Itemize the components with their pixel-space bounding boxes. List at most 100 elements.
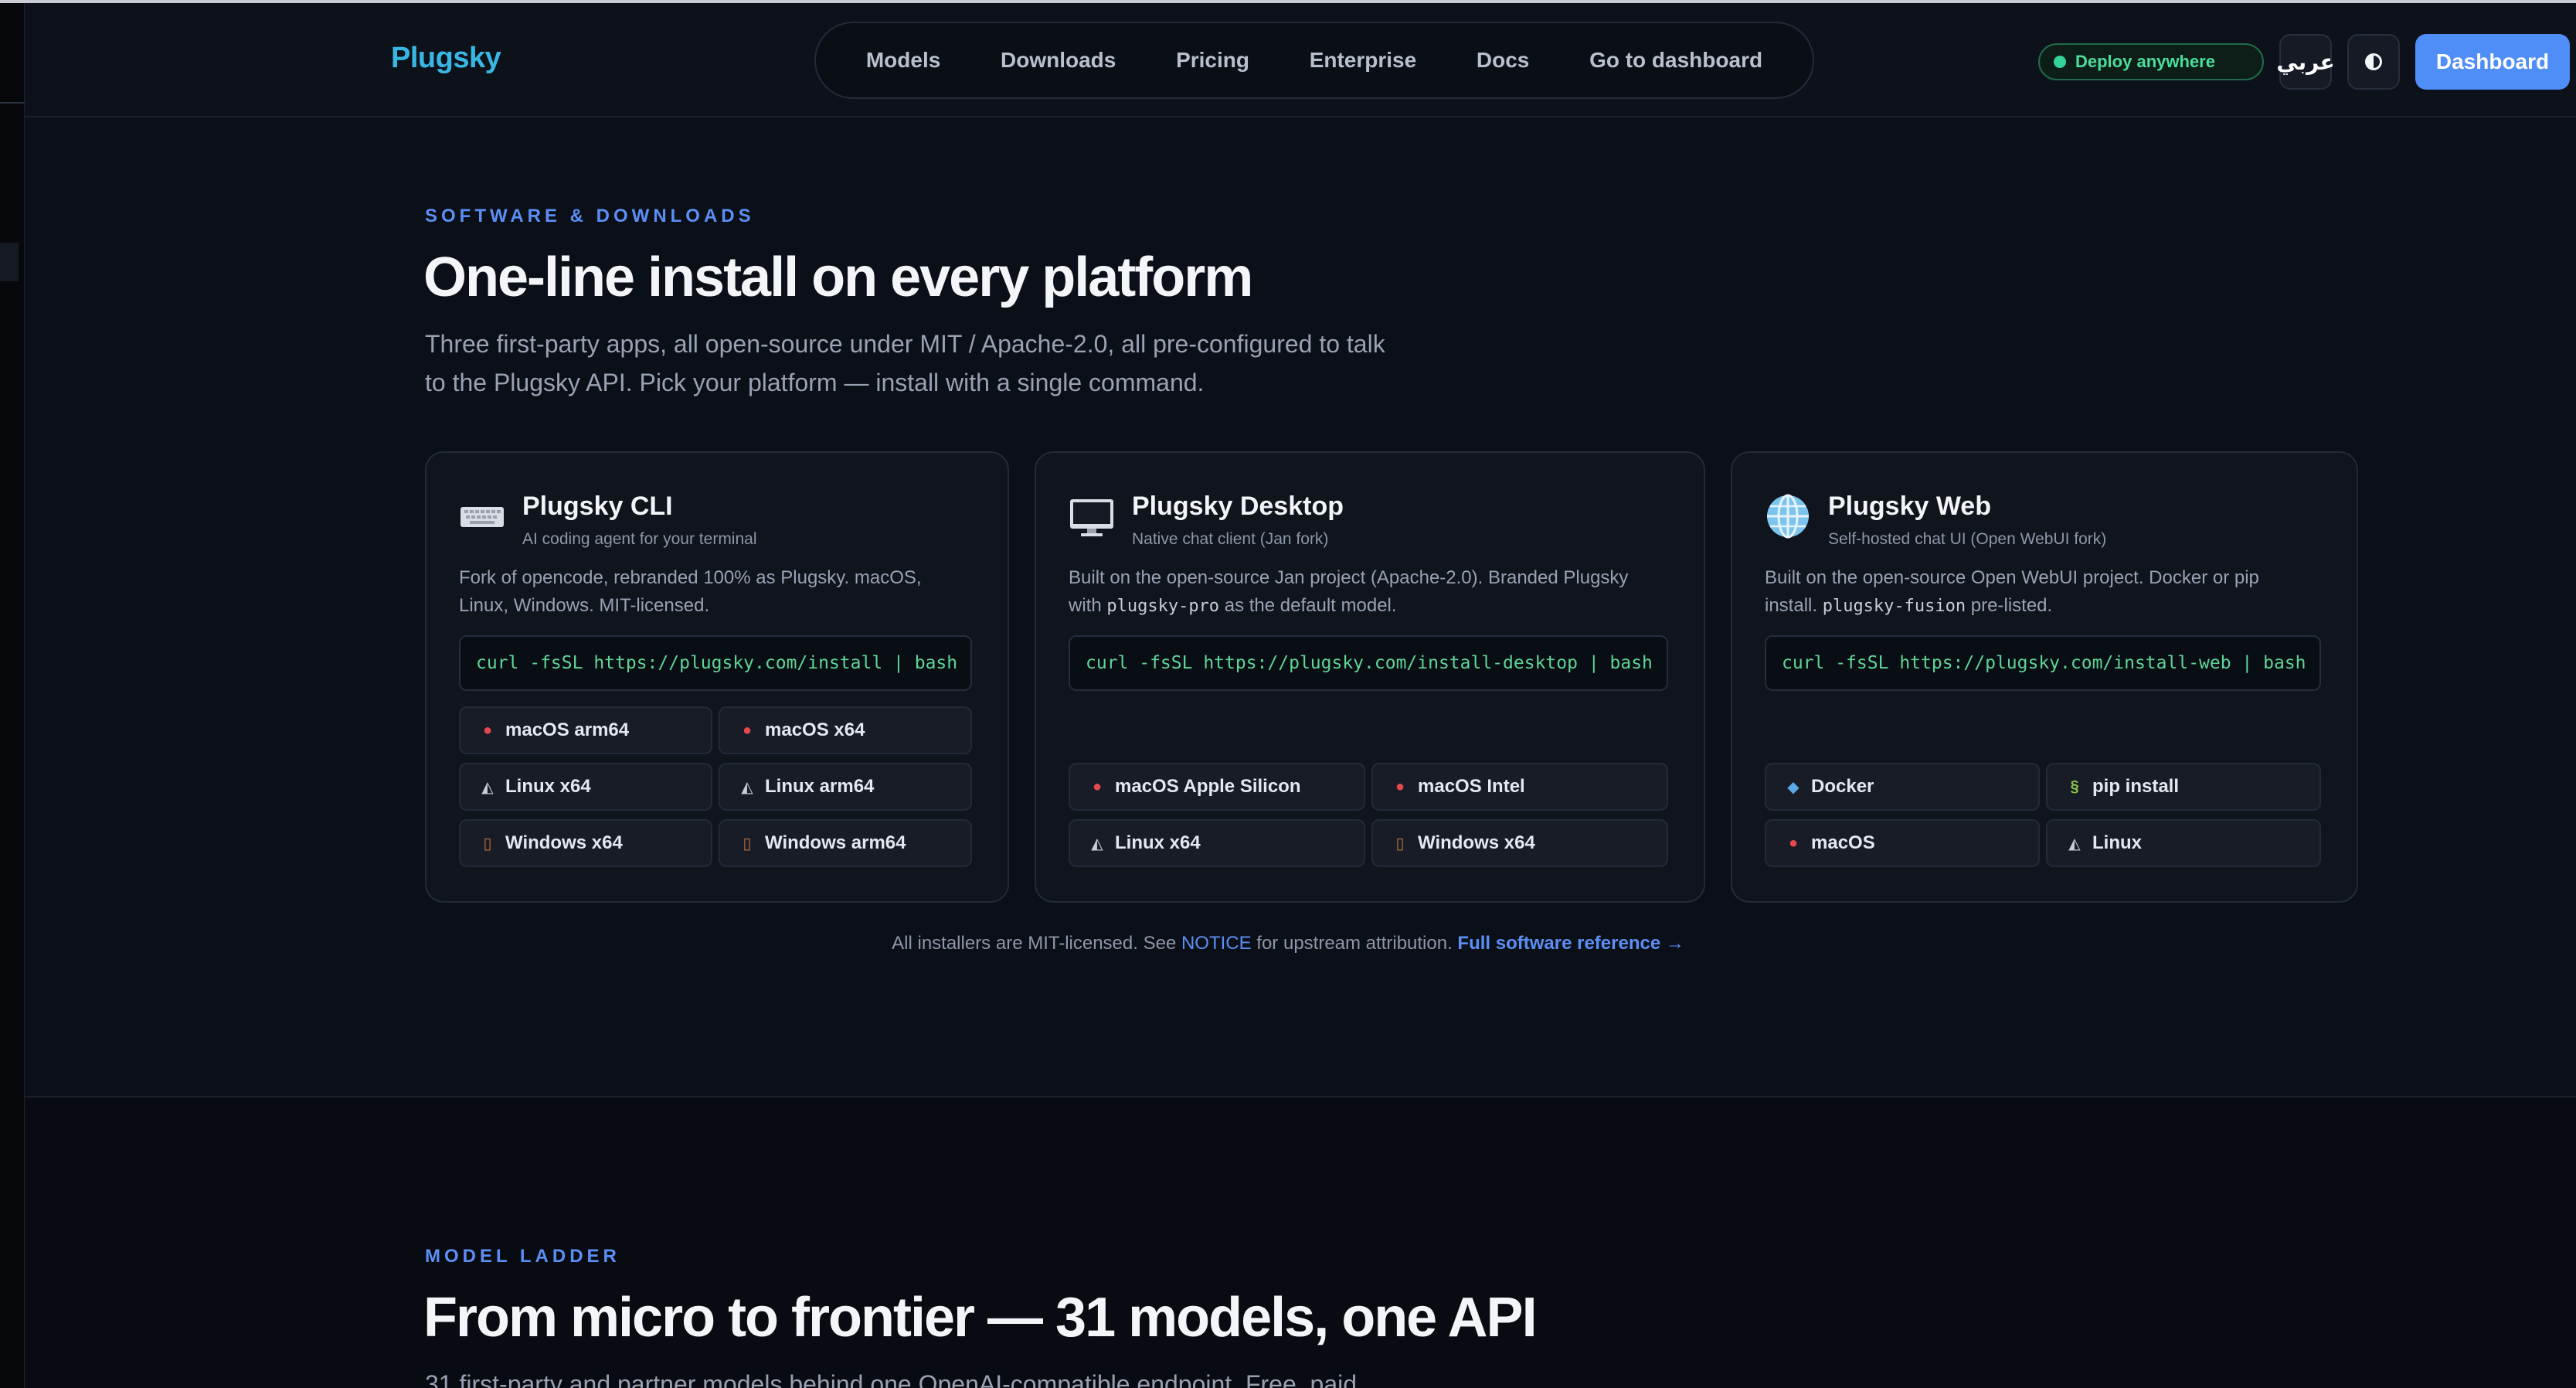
platform-label: macOS <box>1811 832 1875 853</box>
install-command[interactable]: curl -fsSL https://plugsky.com/install |… <box>459 635 972 691</box>
platform-label: Linux arm64 <box>765 776 875 797</box>
card-title: Plugsky Web <box>1828 492 1991 521</box>
footnote-text: All installers are MIT-licensed. See <box>892 933 1181 954</box>
platform-label: Windows x64 <box>505 832 623 853</box>
platform-button-windows-x64[interactable]: ▯ Windows x64 <box>1371 819 1668 867</box>
platform-label: macOS Apple Silicon <box>1115 776 1301 797</box>
card-subtitle: Native chat client (Jan fork) <box>1132 530 1329 548</box>
platform-button-macos-x64[interactable]: ● macOS x64 <box>719 706 972 754</box>
card-plugsky-cli: Plugsky CLI AI coding agent for your ter… <box>425 451 1009 903</box>
nav-downloads[interactable]: Downloads <box>1001 48 1116 73</box>
language-toggle-button[interactable]: عربي <box>2276 34 2335 90</box>
window-icon: ▯ <box>1395 835 1405 852</box>
ladder-title: From micro to frontier — 31 models, one … <box>423 1287 1538 1349</box>
model-code: plugsky-fusion <box>1822 597 1966 616</box>
brand-logo[interactable]: Plugsky <box>391 42 501 75</box>
whale-icon: ◆ <box>1787 778 1799 796</box>
penguin-icon: ◭ <box>481 778 494 796</box>
platform-button-linux[interactable]: ◭ Linux <box>2046 819 2321 867</box>
card-title: Plugsky Desktop <box>1132 492 1344 521</box>
sidebar-tab <box>0 243 19 281</box>
dashboard-button[interactable]: Dashboard <box>2415 34 2570 90</box>
ladder-eyebrow: MODEL LADDER <box>425 1246 620 1267</box>
card-description: Built on the open-source Jan project (Ap… <box>1069 564 1628 621</box>
apple-icon: ● <box>1395 777 1405 795</box>
nav-models[interactable]: Models <box>866 48 940 73</box>
card-plugsky-web: Plugsky Web Self-hosted chat UI (Open We… <box>1731 451 2358 903</box>
card-subtitle: Self-hosted chat UI (Open WebUI fork) <box>1828 530 2107 548</box>
platform-button-linux-x64[interactable]: ◭ Linux x64 <box>459 763 712 811</box>
platform-label: Linux x64 <box>505 776 591 797</box>
platform-button-macos-apple-silicon[interactable]: ● macOS Apple Silicon <box>1069 763 1365 811</box>
site-header: Plugsky Models Downloads Pricing Enterpr… <box>25 3 2576 117</box>
platform-button-docker[interactable]: ◆ Docker <box>1765 763 2040 811</box>
platform-label: macOS arm64 <box>505 720 630 740</box>
penguin-icon: ◭ <box>1091 835 1103 852</box>
platform-label: macOS Intel <box>1418 776 1525 797</box>
platform-button-linux-arm64[interactable]: ◭ Linux arm64 <box>719 763 972 811</box>
platform-button-windows-x64[interactable]: ▯ Windows x64 <box>459 819 712 867</box>
desc-text: as the default model. <box>1219 595 1397 616</box>
install-command[interactable]: curl -fsSL https://plugsky.com/install-w… <box>1765 635 2321 691</box>
platform-label: Windows arm64 <box>765 832 906 853</box>
desktop-icon <box>1070 499 1113 536</box>
card-desc-line: Built on the open-source Jan project (Ap… <box>1069 567 1629 588</box>
desc-text: pre-listed. <box>1966 595 2053 616</box>
card-description: Fork of opencode, rebranded 100% as Plug… <box>459 564 922 620</box>
card-subtitle: AI coding agent for your terminal <box>522 530 757 548</box>
left-sidebar-edge <box>0 3 25 1388</box>
penguin-icon: ◭ <box>2068 835 2081 852</box>
section-lead-2: to the Plugsky API. Pick your platform —… <box>425 369 1205 396</box>
card-description: Built on the open-source Open WebUI proj… <box>1765 564 2259 621</box>
apple-icon: ● <box>482 721 493 739</box>
desc-text: install. <box>1765 595 1823 616</box>
platform-button-windows-arm64[interactable]: ▯ Windows arm64 <box>719 819 972 867</box>
ladder-lead: 31 first-party and partner models behind… <box>425 1370 1364 1388</box>
globe-icon <box>1767 494 1809 539</box>
card-desc-line: with plugsky-pro as the default model. <box>1069 592 1628 621</box>
nav-go-to-dashboard[interactable]: Go to dashboard <box>1589 48 1762 73</box>
installers-footnote: All installers are MIT-licensed. See NOT… <box>0 933 2576 954</box>
platform-label: Docker <box>1811 776 1874 797</box>
apple-icon: ● <box>742 721 753 739</box>
card-plugsky-desktop: Plugsky Desktop Native chat client (Jan … <box>1035 451 1705 903</box>
full-software-reference-link[interactable]: Full software reference → <box>1457 933 1684 954</box>
platform-label: Linux <box>2092 832 2142 853</box>
card-desc-line: Built on the open-source Open WebUI proj… <box>1765 567 2259 588</box>
model-code: plugsky-pro <box>1106 597 1220 616</box>
deploy-anywhere-badge[interactable]: Deploy anywhere <box>2038 43 2264 80</box>
sidebar-divider <box>0 102 25 104</box>
section-title: One-line install on every platform <box>423 247 1253 308</box>
card-title: Plugsky CLI <box>522 492 673 521</box>
deploy-badge-label: Deploy anywhere <box>2075 52 2215 71</box>
platform-button-macos-arm64[interactable]: ● macOS arm64 <box>459 706 712 754</box>
platform-button-linux-x64[interactable]: ◭ Linux x64 <box>1069 819 1365 867</box>
status-dot-icon <box>2054 56 2066 68</box>
section-lead-1: Three first-party apps, all open-source … <box>425 330 1385 358</box>
nav-enterprise[interactable]: Enterprise <box>1310 48 1417 73</box>
footnote-text: for upstream attribution. <box>1251 933 1458 954</box>
install-command[interactable]: curl -fsSL https://plugsky.com/install-d… <box>1069 635 1668 691</box>
apple-icon: ● <box>1788 834 1799 852</box>
card-desc-line: Linux, Windows. MIT-licensed. <box>459 595 710 616</box>
platform-button-macos[interactable]: ● macOS <box>1765 819 2040 867</box>
platform-label: Windows x64 <box>1418 832 1535 853</box>
platform-button-pip-install[interactable]: § pip install <box>2046 763 2321 811</box>
platform-label: pip install <box>2092 776 2180 797</box>
desc-text: with <box>1069 595 1107 616</box>
window-icon: ▯ <box>483 835 492 852</box>
snake-icon: § <box>2070 777 2079 795</box>
platform-label: Linux x64 <box>1115 832 1201 853</box>
keyboard-icon <box>460 507 504 527</box>
card-desc-line: install. plugsky-fusion pre-listed. <box>1765 592 2259 621</box>
window-icon: ▯ <box>743 835 752 852</box>
page: Plugsky Models Downloads Pricing Enterpr… <box>0 0 2576 1388</box>
theme-toggle-button[interactable] <box>2347 34 2400 90</box>
penguin-icon: ◭ <box>741 778 753 796</box>
notice-link[interactable]: NOTICE <box>1181 933 1252 954</box>
nav-docs[interactable]: Docs <box>1477 48 1529 73</box>
apple-icon: ● <box>1092 777 1103 795</box>
nav-pricing[interactable]: Pricing <box>1176 48 1249 73</box>
platform-button-macos-intel[interactable]: ● macOS Intel <box>1371 763 1668 811</box>
main-nav: Models Downloads Pricing Enterprise Docs… <box>814 22 1814 99</box>
